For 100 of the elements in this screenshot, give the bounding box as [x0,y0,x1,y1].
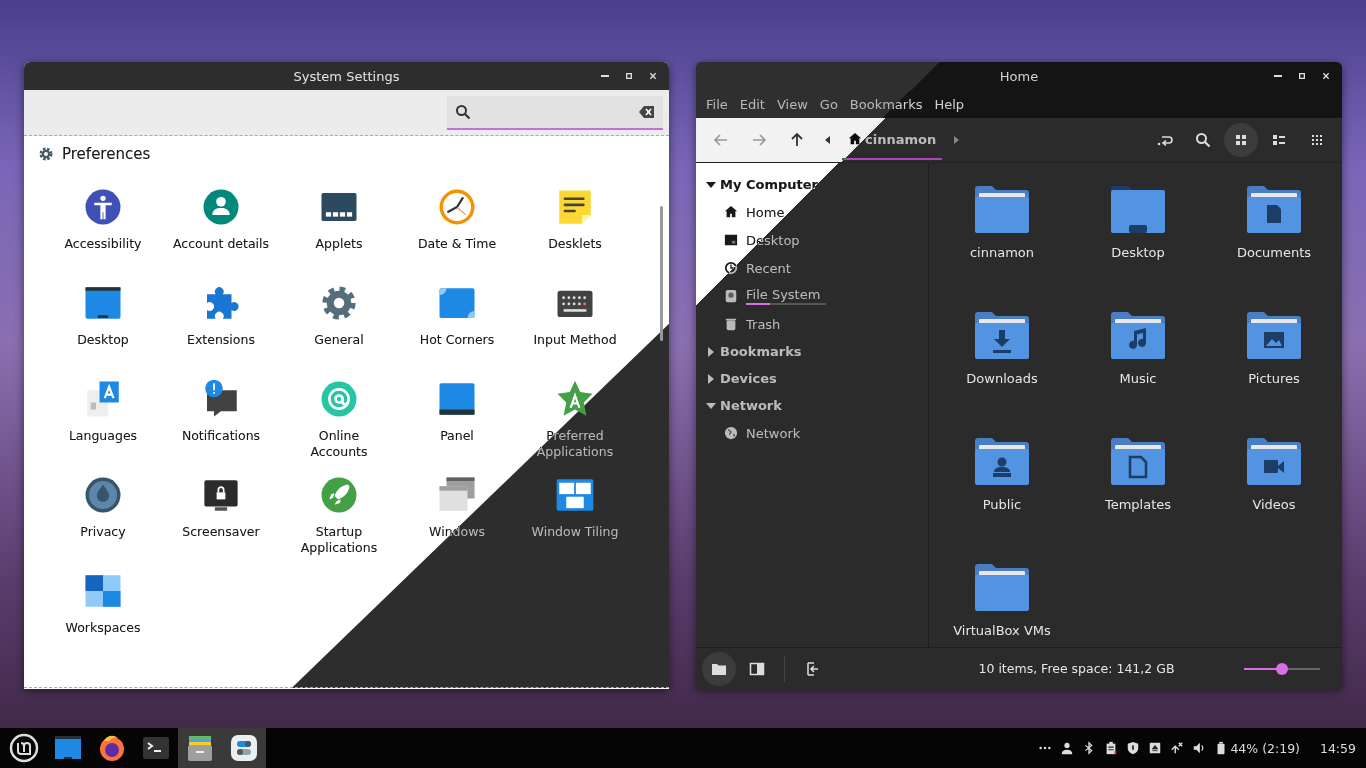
sidebar-section-label[interactable]: My Computer [720,177,818,192]
shield-icon[interactable] [1126,741,1141,755]
settings-item-label[interactable]: Online Accounts [310,428,368,460]
battery-status[interactable]: 44% (2:19) [1230,740,1300,756]
videos-folder-icon[interactable] [1245,435,1303,487]
sidebar-section-header[interactable]: Network [696,392,928,419]
desktop-folder-icon[interactable] [1109,183,1167,235]
settings-item-label[interactable]: Workspaces [65,620,141,636]
settings-item-label[interactable]: Hot Corners [419,332,495,348]
path-button[interactable]: cinnamon [842,120,943,160]
settings-item-label[interactable]: Notifications [181,428,261,444]
scrollbar[interactable] [660,206,663,341]
settings-item-label[interactable]: Startup Applications [300,524,378,556]
documents-folder-icon[interactable] [1245,183,1303,235]
taskbar-app-button[interactable] [178,728,222,768]
clear-icon[interactable] [639,103,655,120]
clipboard-icon[interactable] [1104,741,1119,755]
expander-down-icon[interactable] [706,400,716,411]
icon-view-button[interactable] [1224,123,1258,157]
settings-item-label[interactable]: Input Method [533,332,617,348]
settings-item-label[interactable]: Languages [68,428,138,444]
folder-icon[interactable] [973,561,1031,613]
list-view-icon [1271,132,1287,148]
menu-item[interactable]: View [770,96,814,112]
taskbar-app-button[interactable] [222,728,266,768]
close-icon [649,70,657,82]
settings-icon [38,146,54,162]
exit-icon [804,660,820,677]
toggle-switches-icon [228,732,260,764]
window-title: System Settings [293,68,400,84]
settings-item-label[interactable]: Desklets [548,236,602,252]
expander-right-icon[interactable] [706,346,716,357]
up-icon [789,132,805,148]
compact-view-icon [1309,132,1325,148]
search-field[interactable] [447,95,663,130]
menu-item[interactable]: Go [813,96,844,112]
settings-item-label[interactable]: Applets [315,236,363,252]
public-folder-icon[interactable] [973,435,1031,487]
file-name[interactable]: cinnamon [969,245,1035,260]
maximize-icon [1298,70,1306,82]
sidebar-section-header[interactable]: My Computer [696,171,928,198]
settings-item-label[interactable]: Date & Time [417,236,497,252]
zoom-slider-thumb[interactable] [1276,662,1288,675]
file-name[interactable]: Music [1119,371,1157,386]
user-icon[interactable] [1060,741,1075,755]
settings-item-label[interactable]: Privacy [80,524,126,540]
file-name[interactable]: Public [982,497,1022,512]
menu-item[interactable]: Help [928,96,971,112]
settings-item-label[interactable]: General [314,332,364,348]
settings-item-label[interactable]: Accessibility [64,236,142,252]
expander-right-icon[interactable] [706,373,716,384]
file-name[interactable]: Templates [1104,497,1172,512]
places-button[interactable] [702,651,736,686]
settings-item-label[interactable]: Screensaver [182,524,260,540]
settings-item-label[interactable]: Desktop [77,332,129,348]
menu-item[interactable]: Bookmarks [843,96,929,112]
file-name[interactable]: Pictures [1248,371,1300,386]
sidebar-item[interactable]: Recent [746,260,791,276]
clock-icon [724,261,738,275]
settings-item-label[interactable]: Window Tiling [531,524,619,540]
minimize-icon [1274,75,1282,77]
folder-icon[interactable] [973,183,1031,235]
window-title: Home [999,68,1039,84]
home-icon [724,205,738,219]
settings-item-label[interactable]: Account details [172,236,270,252]
sidebar-item[interactable]: Trash [746,316,781,332]
sidebar-section-header[interactable]: Devices [696,365,928,392]
menu-icon [8,732,40,764]
eject-icon[interactable] [1148,741,1163,755]
network-disconnected-icon[interactable] [1170,741,1185,755]
menu-item[interactable]: Edit [733,96,771,112]
clock[interactable]: 14:59 [1319,740,1356,756]
sidebar-section-header[interactable]: Bookmarks [696,338,928,365]
section-title: Preferences [62,145,151,163]
music-folder-icon[interactable] [1109,309,1167,361]
status-text: 10 items, Free space: 141,2 GB [977,661,1176,676]
minimize-icon [601,75,609,77]
file-name[interactable]: VirtualBox VMs [953,623,1051,638]
trash-icon [724,317,738,331]
menu-item[interactable]: File [700,96,734,112]
sidebar-section-label[interactable]: Network [720,398,782,413]
settings-item-label[interactable]: Extensions [187,332,255,348]
sidebar-section-label[interactable]: Bookmarks [720,344,802,359]
sidebar-item[interactable]: Home [746,204,785,220]
search-icon [455,103,471,120]
sidebar-item[interactable]: Network [746,425,801,441]
file-name[interactable]: Documents [1236,245,1312,260]
pictures-folder-icon[interactable] [1245,309,1303,361]
downloads-folder-icon[interactable] [973,309,1031,361]
settings-item-label[interactable]: Panel [440,428,474,444]
expander-down-icon[interactable] [706,179,716,190]
templates-folder-icon[interactable] [1109,435,1167,487]
monitor-icon [724,233,738,247]
file-name[interactable]: Desktop [1111,245,1165,260]
file-name[interactable]: Videos [1252,497,1296,512]
file-name[interactable]: Downloads [966,371,1038,386]
icon-view-icon [1233,132,1249,148]
sidebar-item[interactable]: File System [746,287,826,302]
sidebar-section-label[interactable]: Devices [720,371,777,386]
back-icon [713,132,729,148]
